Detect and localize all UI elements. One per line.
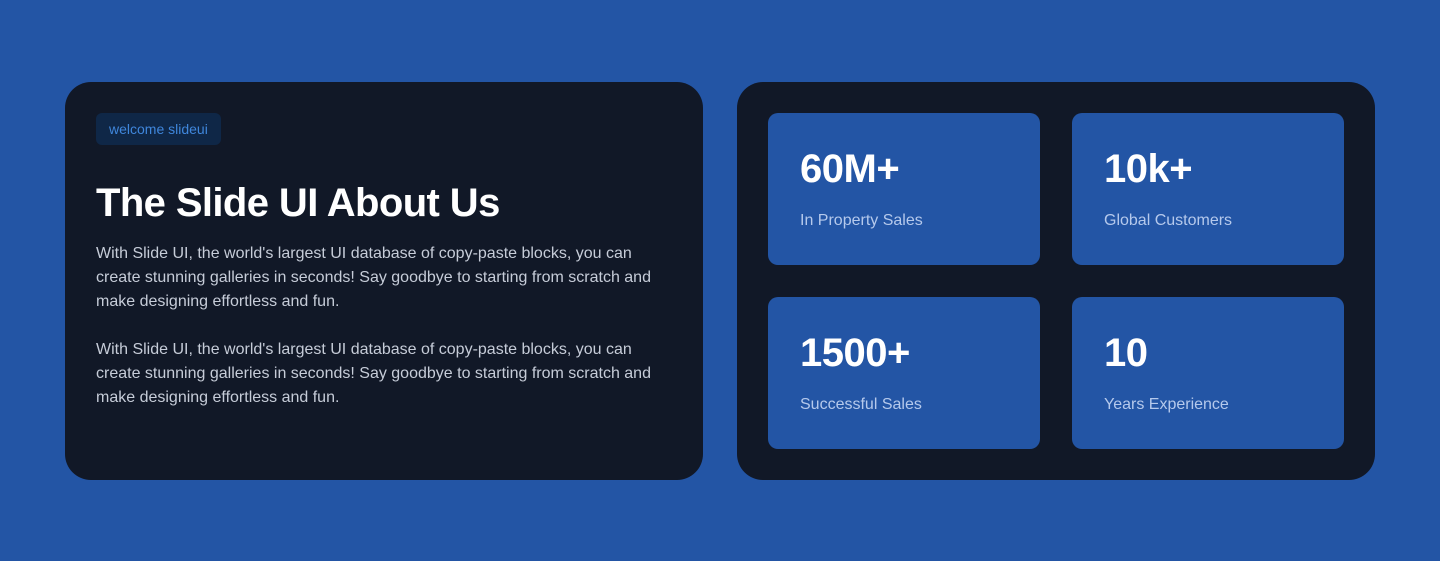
- page-title: The Slide UI About Us: [96, 181, 500, 225]
- stat-tile-successful-sales: 1500+ Successful Sales: [768, 297, 1040, 449]
- about-card: welcome slideui The Slide UI About Us Wi…: [65, 82, 703, 480]
- stat-label: Global Customers: [1104, 212, 1233, 229]
- stat-tile-years-experience: 10 Years Experience: [1072, 297, 1344, 449]
- stat-tile-property-sales: 60M+ In Property Sales: [768, 113, 1040, 265]
- stat-value: 60M+: [800, 147, 900, 191]
- stat-value: 10k+: [1104, 147, 1193, 191]
- stat-tile-global-customers: 10k+ Global Customers: [1072, 113, 1344, 265]
- stat-label: Successful Sales: [800, 396, 922, 413]
- about-paragraph-1: With Slide UI, the world's largest UI da…: [96, 245, 651, 310]
- stat-label: In Property Sales: [800, 212, 923, 229]
- welcome-badge: welcome slideui: [96, 113, 221, 145]
- stat-value: 10: [1104, 331, 1148, 375]
- stat-value: 1500+: [800, 331, 910, 375]
- about-paragraph-2: With Slide UI, the world's largest UI da…: [96, 341, 651, 406]
- stats-card: 60M+ In Property Sales 10k+ Global Custo…: [737, 82, 1375, 480]
- stat-label: Years Experience: [1104, 396, 1229, 413]
